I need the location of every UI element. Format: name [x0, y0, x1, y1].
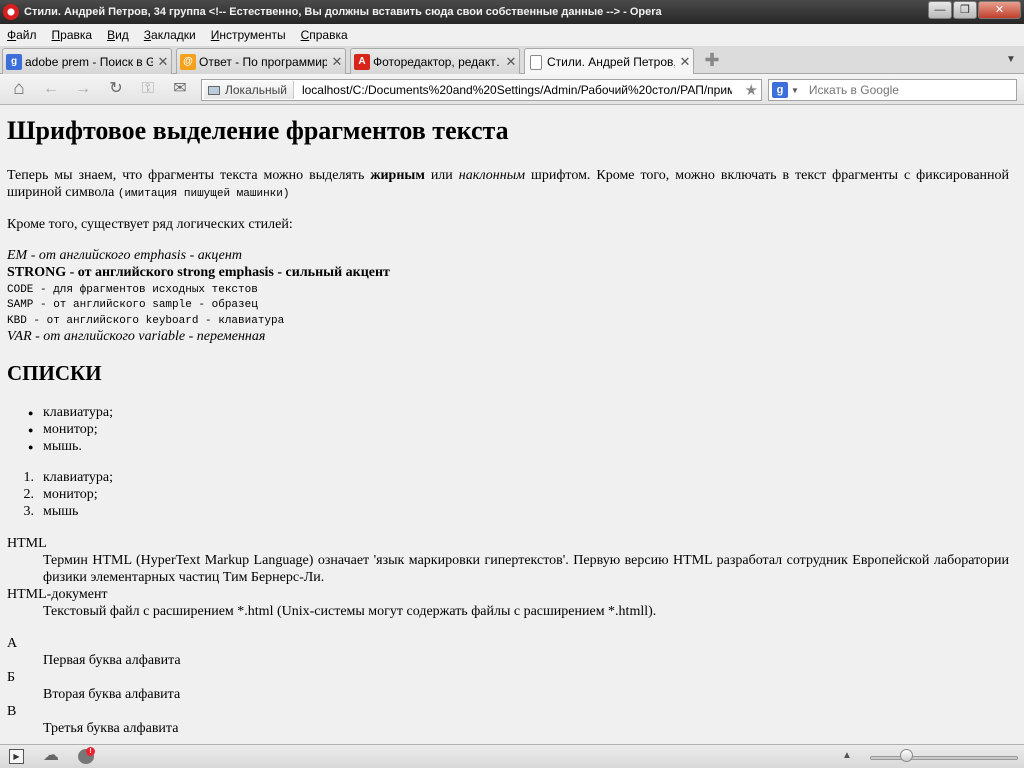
monitor-icon — [208, 85, 220, 95]
definition-description: Термин HTML (HyperText Markup Language) … — [43, 553, 1009, 585]
tab-list-chevron-icon[interactable]: ▼ — [1006, 54, 1016, 65]
maximize-button[interactable]: ❐ — [953, 1, 977, 19]
mail-ru-icon: @ — [180, 53, 196, 70]
list-number: 2. — [23, 487, 35, 502]
page-content: Шрифтовое выделение фрагментов текста Те… — [0, 106, 1024, 744]
tab-styles-active[interactable]: Стили. Андрей Петров,… ✕ — [524, 48, 694, 75]
scroll-up-arrow-icon[interactable]: ▲ — [842, 750, 852, 761]
mono-sample: (имитация пишущей машинки) — [117, 188, 290, 200]
bullet-icon: ● — [28, 442, 34, 452]
close-window-button[interactable]: ✕ — [978, 1, 1021, 19]
tab-photo-editor[interactable]: A Фоторедактор, редакт… ✕ — [350, 48, 520, 74]
back-icon[interactable]: ← — [41, 80, 61, 98]
var-line: VAR - от английского variable - переменн… — [7, 329, 266, 344]
tab-label: Фоторедактор, редакт… — [373, 54, 501, 69]
tab-label: Стили. Андрей Петров,… — [547, 55, 675, 69]
menu-bookmarks[interactable]: Закладки — [144, 28, 196, 42]
navigation-toolbar: ⌂ ← → ↻ ⚿ ✉ Локальный localhost/C:/Docum… — [0, 74, 1024, 105]
list-item: мышь. — [43, 439, 82, 454]
tab-bar: g adobe prem - Поиск в G… ✕ @ Ответ - По… — [0, 46, 1024, 75]
close-tab-icon[interactable]: ✕ — [330, 54, 344, 70]
mail-icon[interactable]: ✉ — [170, 80, 190, 98]
close-tab-icon[interactable]: ✕ — [504, 54, 518, 70]
em-line: EM - от английского emphasis - акцент — [7, 248, 242, 263]
definition-description: Текстовый файл с расширением *.html (Uni… — [43, 604, 657, 619]
menu-bar: Файл Правка Вид Закладки Инструменты Спр… — [0, 24, 1024, 46]
bullet-icon: ● — [28, 425, 34, 435]
definition-description: Первая буква алфавита — [43, 653, 181, 668]
menu-tools[interactable]: Инструменты — [211, 28, 286, 42]
adobe-icon: A — [354, 53, 370, 70]
tab-label: adobe prem - Поиск в G… — [25, 54, 153, 69]
definition-term: HTML — [7, 536, 47, 551]
bookmark-star-icon[interactable]: ★ — [745, 81, 758, 99]
window-title: Стили. Андрей Петров, 34 группа <!-- Ест… — [24, 6, 662, 18]
opera-logo-icon[interactable] — [3, 4, 19, 20]
definition-description: Третья буква алфавита — [43, 721, 179, 736]
menu-edit[interactable]: Правка — [52, 28, 93, 42]
panel-toggle-icon[interactable]: ▶ — [9, 749, 24, 764]
definition-term: HTML-документ — [7, 587, 108, 602]
new-tab-icon[interactable]: ✚ — [703, 51, 721, 69]
list-item: монитор; — [43, 487, 98, 502]
zoom-slider-handle[interactable] — [900, 749, 913, 762]
definition-term: А — [7, 636, 18, 651]
key-icon[interactable]: ⚿ — [138, 80, 158, 98]
definition-term: Б — [7, 670, 16, 685]
list-item: клавиатура; — [43, 470, 113, 485]
opera-unite-cloud-icon[interactable]: ☁ — [43, 748, 60, 764]
logical-styles-paragraph: Кроме того, существует ряд логических ст… — [7, 217, 293, 232]
bold-sample: жирным — [370, 168, 425, 183]
list-number: 3. — [23, 504, 35, 519]
samp-line: SAMP - от английского sample - образец — [7, 299, 258, 311]
google-search-icon[interactable]: g — [772, 82, 788, 98]
reload-icon[interactable]: ↻ — [106, 80, 126, 98]
bullet-icon: ● — [28, 408, 34, 418]
close-tab-icon[interactable]: ✕ — [156, 54, 170, 70]
search-box[interactable]: g ▼ — [768, 79, 1017, 101]
document-icon — [530, 54, 542, 70]
tab-adobe-search[interactable]: g adobe prem - Поиск в G… ✕ — [2, 48, 172, 74]
zoom-slider[interactable] — [870, 756, 1018, 760]
definition-description: Вторая буква алфавита — [43, 687, 181, 702]
list-item: мышь — [43, 504, 79, 519]
tab-label: Ответ - По программир… — [199, 54, 327, 69]
address-url[interactable]: localhost/C:/Documents%20and%20Settings/… — [302, 83, 732, 97]
list-item: монитор; — [43, 422, 98, 437]
notification-badge: ! — [86, 747, 95, 756]
home-icon[interactable]: ⌂ — [9, 79, 29, 98]
tab-answer[interactable]: @ Ответ - По программир… ✕ — [176, 48, 346, 74]
search-engine-dropdown-icon[interactable]: ▼ — [791, 86, 799, 95]
title-bar: Стили. Андрей Петров, 34 группа <!-- Ест… — [0, 0, 1024, 24]
forward-icon[interactable]: → — [73, 80, 93, 98]
definition-term: В — [7, 704, 17, 719]
menu-help[interactable]: Справка — [301, 28, 348, 42]
minimize-button[interactable]: — — [928, 1, 952, 19]
close-tab-icon[interactable]: ✕ — [678, 54, 692, 70]
local-badge[interactable]: Локальный — [204, 81, 294, 99]
intro-paragraph: Теперь мы знаем, что фрагменты текста мо… — [7, 168, 1010, 200]
status-bar: ▶ ☁ ! ▲ — [0, 744, 1024, 768]
google-icon: g — [6, 53, 22, 70]
lists-heading: СПИСКИ — [7, 361, 102, 385]
address-bar[interactable]: Локальный localhost/C:/Documents%20and%2… — [201, 79, 762, 101]
menu-view[interactable]: Вид — [107, 28, 129, 42]
list-number: 1. — [23, 470, 35, 485]
menu-file[interactable]: Файл — [7, 28, 37, 42]
strong-line: STRONG - от английского strong emphasis … — [7, 265, 390, 280]
page-heading: Шрифтовое выделение фрагментов текста — [7, 116, 509, 145]
italic-sample: наклонным — [458, 168, 526, 183]
list-item: клавиатура; — [43, 405, 113, 420]
search-input[interactable] — [808, 83, 1009, 97]
